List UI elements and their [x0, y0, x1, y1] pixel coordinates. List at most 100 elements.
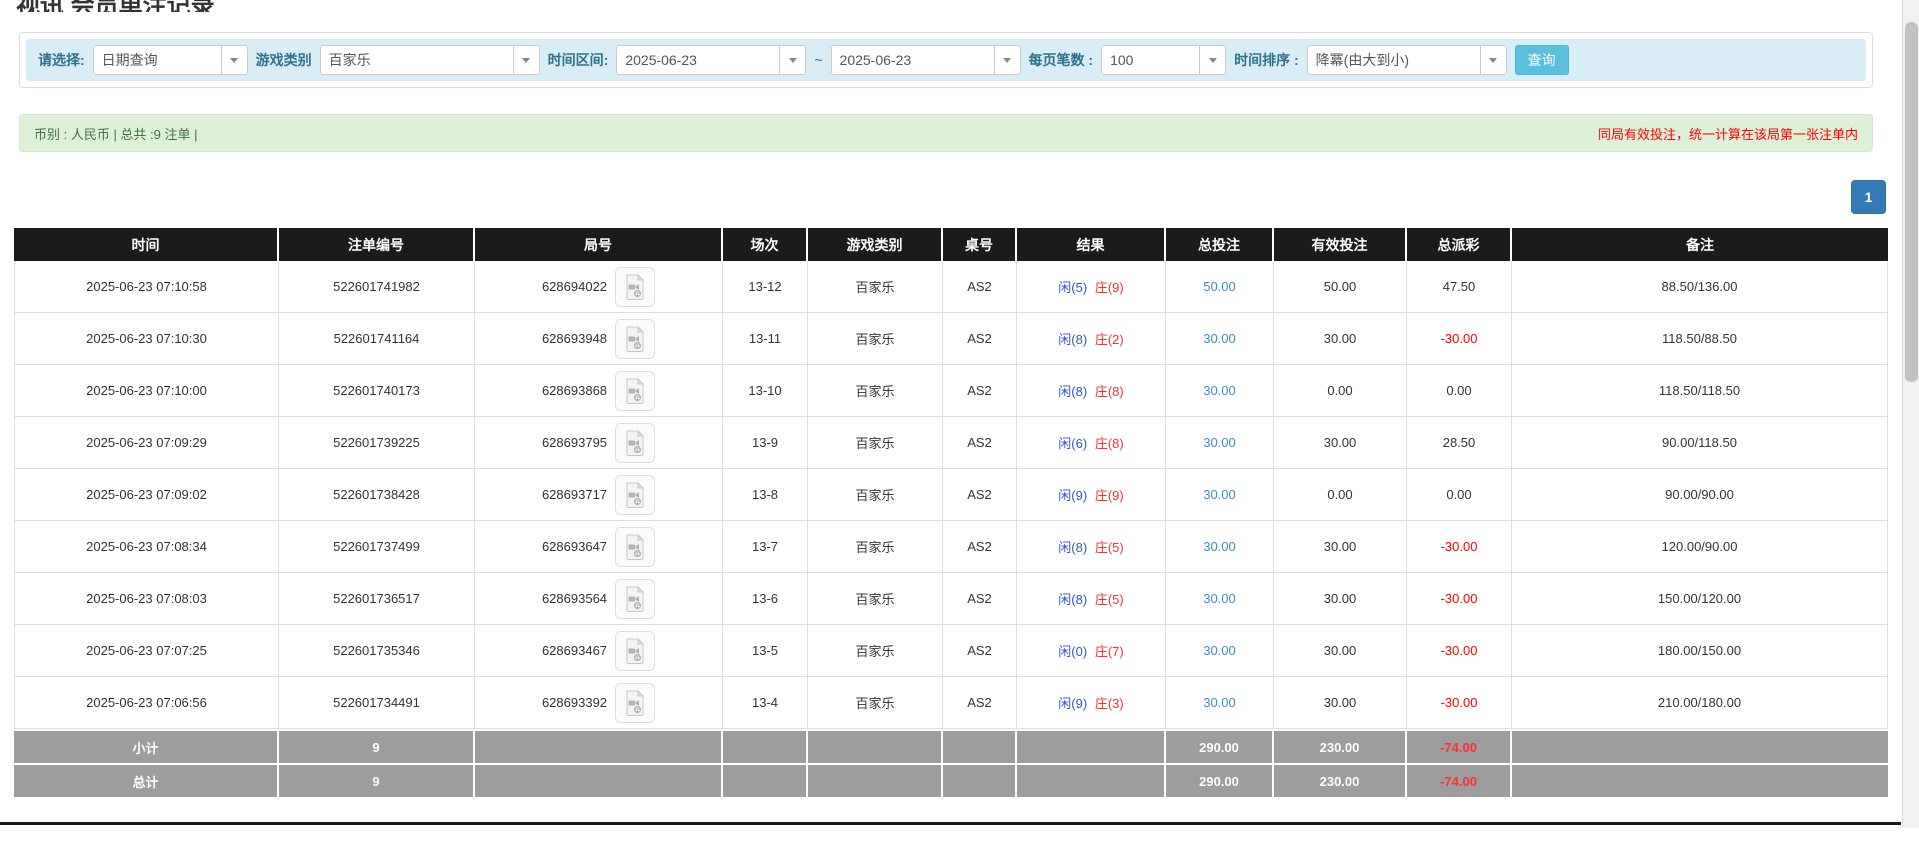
round-number: 628693392 [542, 695, 607, 710]
cell-result: 闲(0) 庄(7) [1017, 625, 1166, 677]
result-banker: 庄(9) [1095, 488, 1124, 503]
cell-payout: -30.00 [1407, 313, 1512, 365]
cell-payout: 47.50 [1407, 261, 1512, 313]
header-remark: 备注 [1512, 228, 1888, 261]
view-video-button[interactable] [615, 683, 655, 723]
page-size-value: 100 [1102, 52, 1199, 68]
video-file-icon [624, 638, 646, 664]
cell-payout: -30.00 [1407, 521, 1512, 573]
cell-result: 闲(8) 庄(8) [1017, 365, 1166, 417]
table-row: 2025-06-23 07:10:30 522601741164 6286939… [14, 313, 1888, 365]
view-video-button[interactable] [615, 475, 655, 515]
total-bet-link[interactable]: 30.00 [1203, 643, 1236, 658]
cell-result: 闲(8) 庄(2) [1017, 313, 1166, 365]
cell-remark: 118.50/118.50 [1512, 365, 1888, 417]
view-video-button[interactable] [615, 371, 655, 411]
cell-time: 2025-06-23 07:06:56 [14, 677, 279, 729]
cell-remark: 180.00/150.00 [1512, 625, 1888, 677]
total-bet-link[interactable]: 30.00 [1203, 539, 1236, 554]
date-to-value: 2025-06-23 [832, 52, 994, 68]
cell-table-no: AS2 [943, 365, 1017, 417]
cell-time: 2025-06-23 07:10:58 [14, 261, 279, 313]
date-from-input[interactable]: 2025-06-23 [616, 45, 806, 75]
subtotal-label: 小计 [14, 729, 279, 763]
cell-round: 628693795 [475, 417, 723, 469]
header-table-no: 桌号 [943, 228, 1017, 261]
view-video-button[interactable] [615, 527, 655, 567]
round-number: 628693868 [542, 383, 607, 398]
cell-total-bet: 50.00 [1166, 261, 1274, 313]
table-row: 2025-06-23 07:06:56 522601734491 6286933… [14, 677, 1888, 729]
total-bet-link[interactable]: 30.00 [1203, 383, 1236, 398]
result-banker: 庄(3) [1095, 696, 1124, 711]
round-number: 628693717 [542, 487, 607, 502]
page-size-select[interactable]: 100 [1101, 45, 1226, 75]
total-bet-link[interactable]: 30.00 [1203, 695, 1236, 710]
date-to-input[interactable]: 2025-06-23 [831, 45, 1021, 75]
game-type-select[interactable]: 百家乐 [320, 45, 540, 75]
result-banker: 庄(5) [1095, 592, 1124, 607]
query-type-select[interactable]: 日期查询 [93, 45, 248, 75]
total-label: 总计 [14, 763, 279, 797]
result-player: 闲(5) [1058, 280, 1087, 295]
total-row: 总计 9 290.00 230.00 -74.00 [14, 763, 1888, 797]
cell-valid-bet: 50.00 [1274, 261, 1407, 313]
subtotal-total-bet: 290.00 [1166, 729, 1274, 763]
cell-session: 13-12 [723, 261, 808, 313]
cell-result: 闲(6) 庄(8) [1017, 417, 1166, 469]
view-video-button[interactable] [615, 631, 655, 671]
cell-game: 百家乐 [808, 677, 943, 729]
result-player: 闲(8) [1058, 332, 1087, 347]
view-video-button[interactable] [615, 579, 655, 619]
cell-total-bet: 30.00 [1166, 417, 1274, 469]
sort-select[interactable]: 降冪(由大到小) [1307, 45, 1507, 75]
cell-table-no: AS2 [943, 625, 1017, 677]
vertical-scrollbar[interactable] [1902, 0, 1919, 828]
cell-remark: 210.00/180.00 [1512, 677, 1888, 729]
summary-bar: 币别 : 人民币 | 总共 :9 注单 | 同局有效投注，统一计算在该局第一张注… [19, 114, 1873, 152]
cell-bet-id: 522601736517 [279, 573, 475, 625]
total-valid-bet: 230.00 [1274, 763, 1407, 797]
total-bet-link[interactable]: 30.00 [1203, 591, 1236, 606]
cell-valid-bet: 30.00 [1274, 313, 1407, 365]
total-bet-link[interactable]: 30.00 [1203, 331, 1236, 346]
round-number: 628693564 [542, 591, 607, 606]
page-1-button[interactable]: 1 [1851, 180, 1886, 214]
total-payout: -74.00 [1407, 763, 1512, 797]
round-number: 628693647 [542, 539, 607, 554]
result-banker: 庄(9) [1095, 280, 1124, 295]
cell-session: 13-7 [723, 521, 808, 573]
cell-time: 2025-06-23 07:08:34 [14, 521, 279, 573]
total-bet-link[interactable]: 50.00 [1203, 279, 1236, 294]
view-video-button[interactable] [615, 267, 655, 307]
page-size-label: 每页笔数 : [1029, 50, 1094, 70]
round-number: 628693467 [542, 643, 607, 658]
header-session: 场次 [723, 228, 808, 261]
round-number: 628693948 [542, 331, 607, 346]
result-player: 闲(0) [1058, 644, 1087, 659]
bottom-divider [0, 822, 1901, 825]
header-total-bet: 总投注 [1166, 228, 1274, 261]
cell-valid-bet: 30.00 [1274, 677, 1407, 729]
header-bet-id: 注单编号 [279, 228, 475, 261]
cell-payout: 28.50 [1407, 417, 1512, 469]
result-banker: 庄(5) [1095, 540, 1124, 555]
cell-valid-bet: 30.00 [1274, 625, 1407, 677]
total-bet-link[interactable]: 30.00 [1203, 435, 1236, 450]
header-result: 结果 [1017, 228, 1166, 261]
chevron-down-icon [1199, 46, 1225, 74]
total-bet-link[interactable]: 30.00 [1203, 487, 1236, 502]
cell-session: 13-8 [723, 469, 808, 521]
cell-total-bet: 30.00 [1166, 521, 1274, 573]
cell-total-bet: 30.00 [1166, 625, 1274, 677]
cell-session: 13-6 [723, 573, 808, 625]
result-player: 闲(6) [1058, 436, 1087, 451]
table-row: 2025-06-23 07:10:58 522601741982 6286940… [14, 261, 1888, 313]
cell-total-bet: 30.00 [1166, 365, 1274, 417]
search-button[interactable]: 查询 [1515, 45, 1569, 75]
view-video-button[interactable] [615, 319, 655, 359]
cell-total-bet: 30.00 [1166, 469, 1274, 521]
scrollbar-thumb[interactable] [1905, 22, 1918, 382]
chevron-down-icon [221, 46, 247, 74]
view-video-button[interactable] [615, 423, 655, 463]
